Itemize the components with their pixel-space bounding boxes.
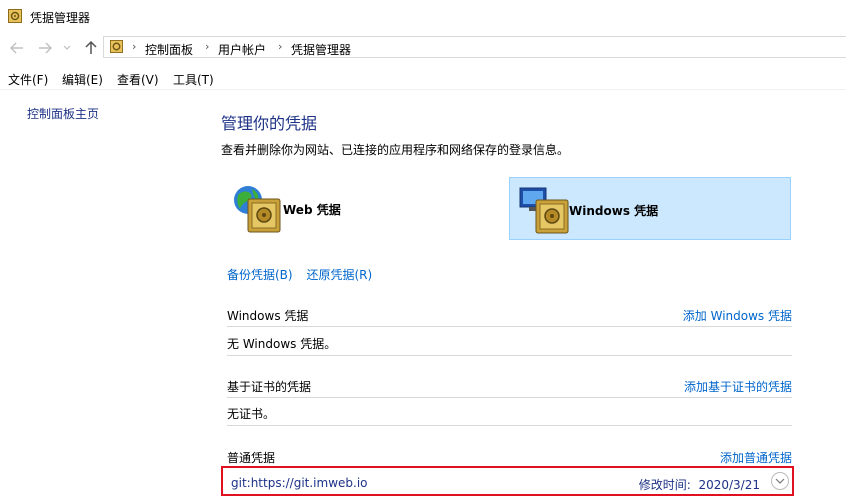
- add-windows-credential-link[interactable]: 添加 Windows 凭据: [683, 307, 792, 324]
- section-divider: [227, 326, 792, 327]
- recent-locations-chevron-icon[interactable]: [61, 39, 73, 57]
- backup-restore-links: 备份凭据(B) 还原凭据(R): [227, 266, 372, 283]
- windows-credentials-empty-text: 无 Windows 凭据。: [227, 337, 337, 351]
- section-divider: [227, 425, 792, 426]
- certificate-credentials-section-title: 基于证书的凭据: [227, 380, 312, 394]
- add-generic-credential-link[interactable]: 添加普通凭据: [720, 449, 792, 466]
- expand-chevron-down-icon[interactable]: [771, 472, 789, 490]
- restore-credentials-link[interactable]: 还原凭据(R): [306, 268, 372, 282]
- breadcrumb-separator-icon[interactable]: ›: [205, 40, 209, 53]
- page-description: 查看并删除你为网站、已连接的应用程序和网络保存的登录信息。: [221, 143, 570, 157]
- breadcrumb-control-panel[interactable]: 控制面板: [145, 41, 193, 58]
- modified-label: 修改时间:: [638, 478, 691, 492]
- control-panel-home-link[interactable]: 控制面板主页: [27, 105, 99, 122]
- breadcrumb-separator-icon[interactable]: ›: [132, 40, 136, 53]
- address-bar[interactable]: › 控制面板 › 用户帐户 › 凭据管理器: [103, 36, 846, 58]
- modified-date: 2020/3/21: [698, 478, 760, 492]
- credential-entry-name: git:https://git.imweb.io: [231, 476, 368, 490]
- certificate-credentials-empty-text: 无证书。: [227, 407, 276, 421]
- windows-credentials-label: Windows 凭据: [569, 204, 659, 218]
- breadcrumb-credential-manager[interactable]: 凭据管理器: [291, 41, 351, 58]
- title-bar: 凭据管理器: [0, 0, 846, 33]
- credential-entry-modified: 修改时间: 2020/3/21: [639, 476, 760, 493]
- window-title: 凭据管理器: [30, 11, 91, 25]
- web-credentials-vault-icon: [234, 186, 281, 233]
- menu-bar: 文件(F) 编辑(E) 查看(V) 工具(T): [0, 63, 846, 90]
- forward-arrow-icon[interactable]: [36, 39, 54, 57]
- credential-entry-row[interactable]: git:https://git.imweb.io 修改时间: 2020/3/21: [221, 466, 794, 496]
- back-arrow-icon[interactable]: [8, 39, 26, 57]
- section-divider: [227, 355, 792, 356]
- web-credentials-label: Web 凭据: [283, 203, 341, 217]
- windows-credentials-section-title: Windows 凭据: [227, 309, 309, 323]
- menu-file[interactable]: 文件(F): [8, 71, 48, 88]
- add-certificate-credential-link[interactable]: 添加基于证书的凭据: [684, 378, 792, 395]
- up-arrow-icon[interactable]: [82, 39, 100, 57]
- control-panel-icon: [110, 40, 123, 56]
- menu-view[interactable]: 查看(V): [117, 71, 159, 88]
- windows-credentials-vault-icon: [519, 187, 569, 234]
- section-divider: [227, 397, 792, 398]
- web-credentials-tile[interactable]: Web 凭据: [227, 177, 497, 240]
- credential-manager-icon: [8, 9, 22, 26]
- page-title: 管理你的凭据: [221, 114, 318, 133]
- backup-credentials-link[interactable]: 备份凭据(B): [227, 268, 293, 282]
- generic-credentials-section-title: 普通凭据: [227, 451, 276, 465]
- menu-tools[interactable]: 工具(T): [173, 71, 214, 88]
- menu-edit[interactable]: 编辑(E): [62, 71, 103, 88]
- breadcrumb-user-accounts[interactable]: 用户帐户: [218, 41, 266, 58]
- breadcrumb-separator-icon[interactable]: ›: [278, 40, 282, 53]
- windows-credentials-tile[interactable]: Windows 凭据: [509, 177, 791, 240]
